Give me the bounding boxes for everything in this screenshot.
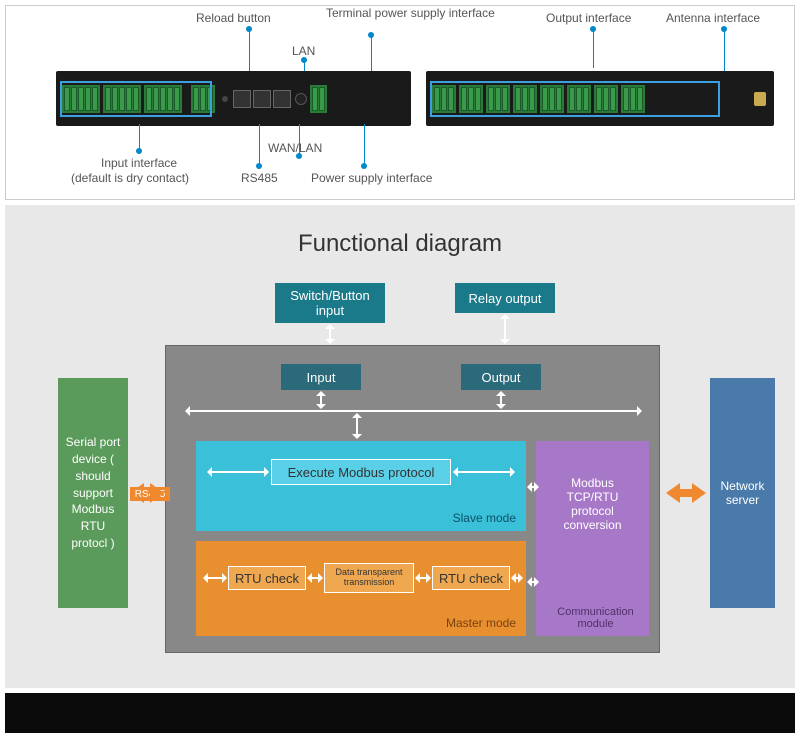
device-row: [56, 71, 774, 126]
data-transparent-box: Data transparent transmission: [324, 563, 414, 593]
leader-line: [593, 30, 594, 68]
master-mode-label: Master mode: [446, 616, 516, 630]
arrow-v: [329, 325, 331, 343]
rtu-check-box-2: RTU check: [432, 566, 510, 590]
terminal-block: [513, 85, 537, 113]
arrow-h: [204, 577, 226, 579]
terminal-block: [62, 85, 100, 113]
orange-arrow-right: [150, 483, 174, 503]
leader-line: [259, 124, 260, 164]
wan-lan-label: WAN/LAN: [268, 141, 322, 155]
rtu-check-box-1: RTU check: [228, 566, 306, 590]
terminal-power-label: Terminal power supply interface: [326, 6, 495, 20]
terminal-block: [567, 85, 591, 113]
comm-module-label: Communication module: [542, 606, 649, 630]
arrow-h: [416, 577, 430, 579]
dark-strip: [5, 693, 795, 733]
ethernet-port: [273, 90, 291, 108]
terminal-block: [191, 85, 215, 113]
arrow-v: [320, 392, 322, 408]
terminal-block: [594, 85, 618, 113]
execute-modbus-box: Execute Modbus protocol: [271, 459, 451, 485]
arrow-h: [308, 577, 322, 579]
hardware-interface-panel: Reload button Terminal power supply inte…: [5, 5, 795, 200]
antenna-label: Antenna interface: [666, 11, 760, 25]
output-label: Output interface: [546, 11, 631, 25]
diagram-title: Functional diagram: [5, 230, 795, 258]
arrow-v: [500, 392, 502, 408]
terminal-block: [486, 85, 510, 113]
leader-line: [139, 124, 140, 150]
terminal-block: [144, 85, 182, 113]
slave-mode-label: Slave mode: [453, 511, 516, 525]
arrow-h: [208, 471, 268, 473]
arrow-h-wide: [186, 410, 641, 412]
functional-diagram-panel: Functional diagram Switch/Button input R…: [5, 205, 795, 688]
input-default-label: (default is dry contact): [71, 171, 189, 185]
master-mode-box: RTU check Data transparent transmission …: [196, 541, 526, 636]
network-server-box: Network server: [710, 378, 775, 608]
terminal-block: [310, 85, 327, 113]
arrow-v: [504, 315, 506, 343]
arrow-h: [528, 581, 538, 583]
slave-mode-box: Execute Modbus protocol Slave mode: [196, 441, 526, 531]
switch-button-box: Switch/Button input: [275, 283, 385, 323]
lan-label: LAN: [292, 44, 315, 58]
arrow-h: [528, 486, 538, 488]
main-container: Input Output Execute Modbus protocol Sla…: [165, 345, 660, 653]
terminal-block: [432, 85, 456, 113]
device-left: [56, 71, 411, 126]
leader-line: [371, 36, 372, 76]
ethernet-port: [233, 90, 251, 108]
terminal-block: [103, 85, 141, 113]
reload-label: Reload button: [196, 11, 271, 25]
arrow-h: [454, 471, 514, 473]
comm-module-box: Modbus TCP/RTU protocol conversion Commu…: [536, 441, 649, 636]
orange-arrow-right: [692, 483, 716, 503]
rs485-label: RS485: [241, 171, 278, 185]
dc-jack: [295, 93, 307, 105]
leader-line: [364, 124, 365, 164]
leader-line: [299, 124, 300, 154]
arrow-h: [512, 577, 522, 579]
arrow-v: [356, 414, 358, 438]
terminal-block: [540, 85, 564, 113]
sma-connector: [754, 92, 766, 106]
ethernet-port: [253, 90, 271, 108]
device-right: [426, 71, 774, 126]
diagram-area: Switch/Button input Relay output Input O…: [20, 283, 780, 653]
power-supply-label: Power supply interface: [311, 171, 432, 185]
input-interface-label: Input interface: [101, 156, 177, 170]
reset-button: [222, 96, 228, 102]
terminal-block: [621, 85, 645, 113]
terminal-block: [459, 85, 483, 113]
modbus-conv-label: Modbus TCP/RTU protocol conversion: [544, 476, 641, 532]
serial-device-box: Serial port device ( should support Modb…: [58, 378, 128, 608]
